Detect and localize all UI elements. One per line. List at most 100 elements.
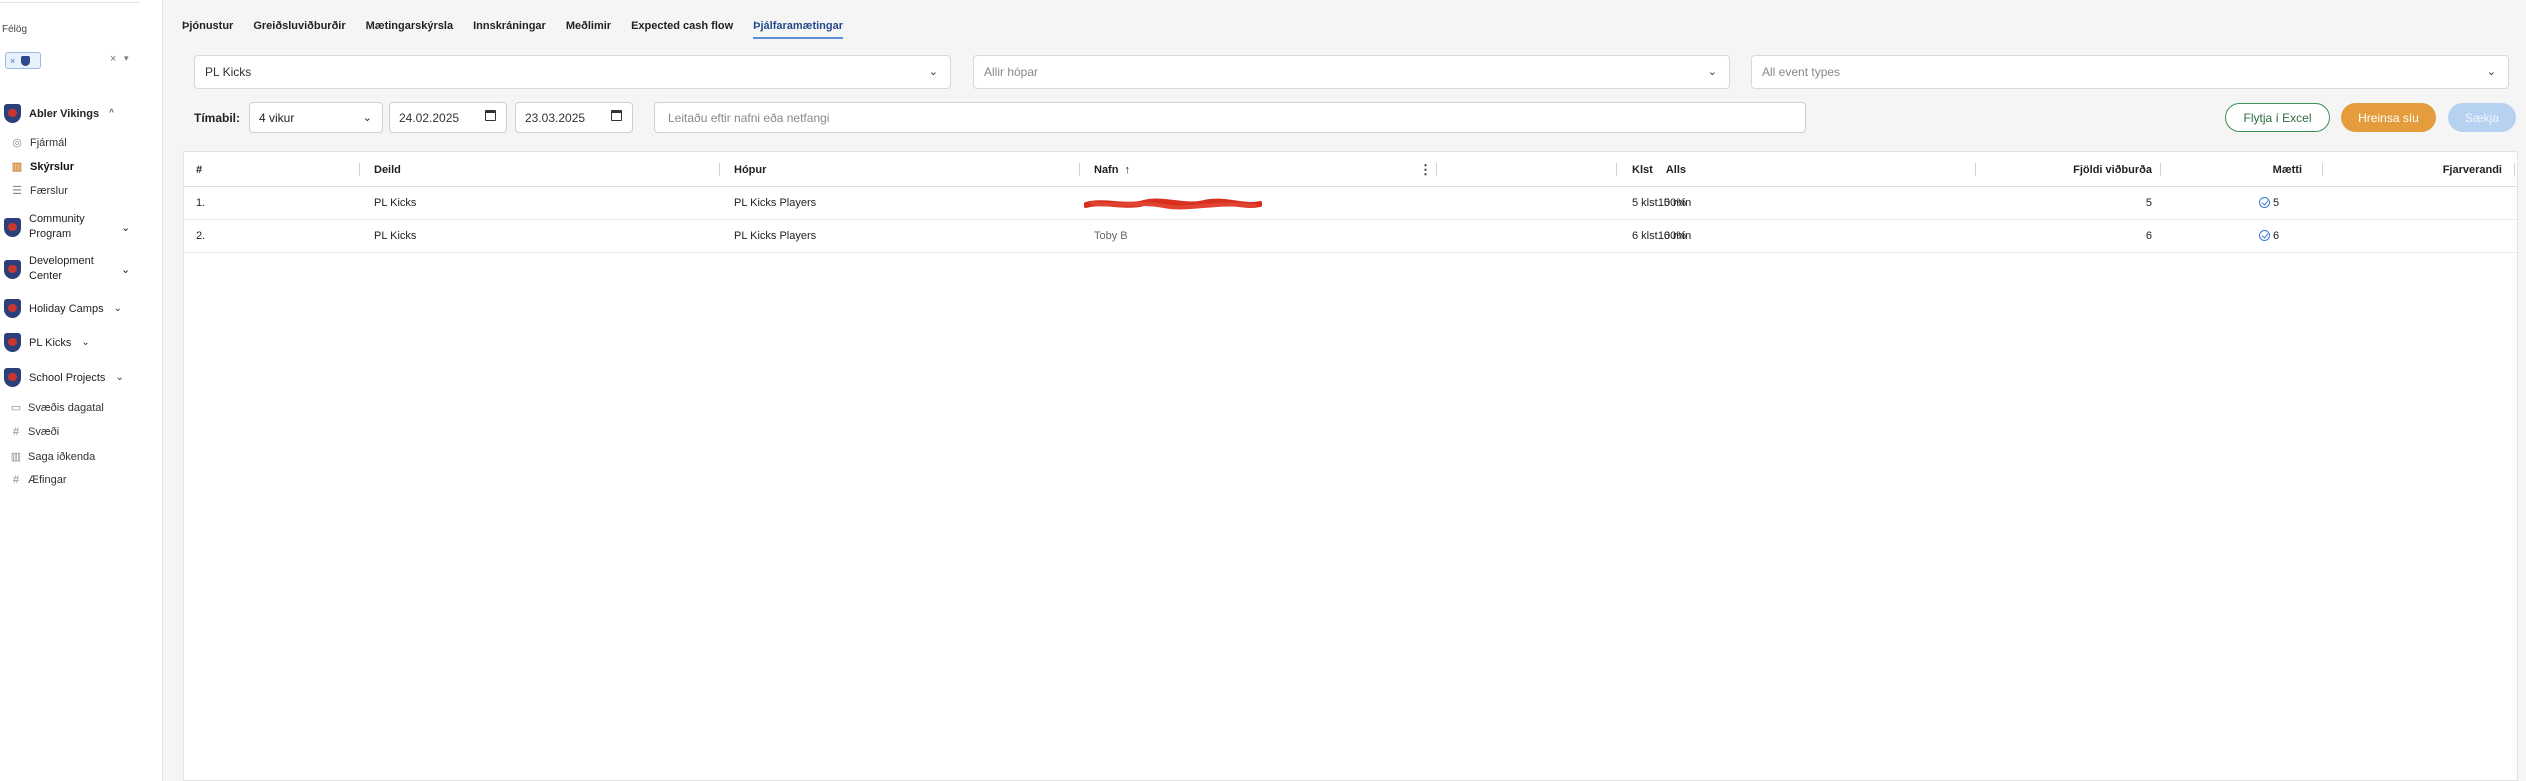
club-chip[interactable]: × xyxy=(5,52,41,69)
sidebar-item-svaedi[interactable]: # Svæði xyxy=(10,426,59,438)
sidebar-club-abler-vikings[interactable]: Abler Vikings ^ xyxy=(4,104,114,123)
chevron-down-icon: ⌄ xyxy=(115,372,124,383)
sidebar-group-label: Community Program xyxy=(29,213,85,240)
club-crest-icon xyxy=(4,368,21,387)
date-from-value: 24.02.2025 xyxy=(399,110,460,125)
chevron-down-icon: ⌄ xyxy=(121,221,131,234)
sidebar-item-skyrslur[interactable]: ▥ Skýrslur xyxy=(11,160,74,174)
club-crest-icon xyxy=(4,104,21,123)
column-header-total[interactable]: Alls xyxy=(1564,164,1686,176)
sidebar-group-pl-kicks[interactable]: PL Kicks ⌄ xyxy=(4,333,90,352)
sort-ascending-icon[interactable]: ↑ xyxy=(1124,164,1130,176)
sidebar-club-label: Abler Vikings xyxy=(29,107,100,120)
column-separator[interactable] xyxy=(1079,163,1080,176)
sidebar-item-saga-idkenda[interactable]: ▥ Saga iðkenda xyxy=(10,450,95,464)
cell-attended-value: 5 xyxy=(2273,197,2280,209)
department-select[interactable]: PL Kicks ⌄ xyxy=(194,55,951,89)
cell-group: PL Kicks Players xyxy=(734,197,817,209)
column-header-attended[interactable]: Mætti xyxy=(2174,164,2302,176)
table-row[interactable]: 1. PL Kicks PL Kicks Players 100% 5 klst… xyxy=(184,187,2517,220)
chevron-down-icon: ⌄ xyxy=(81,337,90,348)
calendar-icon[interactable] xyxy=(611,110,622,121)
sidebar-item-label: Æfingar xyxy=(28,474,67,486)
sidebar-group-holiday-camps[interactable]: Holiday Camps ⌄ xyxy=(4,299,122,318)
tab-thjonustur[interactable]: Þjónustur xyxy=(182,20,233,39)
column-header-name[interactable]: Nafn ↑ xyxy=(1094,164,1130,176)
chevron-down-icon: ⌄ xyxy=(2486,66,2496,78)
table-header: # Deild Hópur Nafn ↑ ⋮ Alls Klst Fjöldi v… xyxy=(184,152,2517,187)
calendar-icon[interactable] xyxy=(485,110,496,121)
column-separator[interactable] xyxy=(1975,163,1976,176)
groups-select[interactable]: Allir hópar ⌄ xyxy=(973,55,1730,89)
column-separator[interactable] xyxy=(1616,163,1617,176)
club-crest-icon xyxy=(4,259,21,279)
column-separator[interactable] xyxy=(2160,163,2161,176)
column-separator[interactable] xyxy=(2322,163,2323,176)
date-to-input[interactable]: 23.03.2025 xyxy=(515,102,633,133)
column-header-group[interactable]: Hópur xyxy=(734,164,766,176)
date-from-input[interactable]: 24.02.2025 xyxy=(389,102,507,133)
sidebar-group-label: School Projects xyxy=(29,371,106,384)
sidebar-group-community-program[interactable]: Community Program ⌄ xyxy=(4,212,130,242)
clear-selection-icon[interactable]: × xyxy=(110,53,116,65)
redaction-scribble xyxy=(1084,198,1262,210)
cell-number: 2. xyxy=(196,230,206,242)
event-types-select[interactable]: All event types ⌄ xyxy=(1751,55,2509,89)
event-types-select-placeholder: All event types xyxy=(1762,65,1841,79)
column-separator[interactable] xyxy=(359,163,360,176)
column-header-number: # xyxy=(196,164,203,176)
sidebar-group-development-center[interactable]: Development Center ⌄ xyxy=(4,254,130,284)
column-separator[interactable] xyxy=(2514,163,2515,176)
column-header-events[interactable]: Fjöldi viðburða xyxy=(1984,164,2152,176)
search-input[interactable]: Leitaðu eftir nafni eða netfangi xyxy=(654,102,1806,133)
cell-group: PL Kicks Players xyxy=(734,230,817,242)
groups-select-placeholder: Allir hópar xyxy=(984,65,1039,79)
sidebar-item-faerslur[interactable]: ☰ Færslur xyxy=(11,184,68,198)
period-range-value: 4 vikur xyxy=(259,110,295,125)
tab-greidsluvidburdir[interactable]: Greiðsluviðburðir xyxy=(253,20,345,39)
sidebar-group-label: PL Kicks xyxy=(29,336,72,349)
search-placeholder: Leitaðu eftir nafni eða netfangi xyxy=(668,110,830,125)
sidebar-item-label: Svæðis dagatal xyxy=(28,401,104,414)
club-filter-label: Félög xyxy=(2,24,28,35)
report-tabs: Þjónustur Greiðsluviðburðir Mætingarskýr… xyxy=(182,20,844,39)
club-crest-icon xyxy=(4,299,21,318)
sidebar-item-label: Færslur xyxy=(30,184,68,197)
sidebar-group-school-projects[interactable]: School Projects ⌄ xyxy=(4,368,124,387)
chevron-down-icon: ⌄ xyxy=(121,263,131,276)
period-range-select[interactable]: 4 vikur ⌄ xyxy=(249,102,383,133)
tab-medlimir[interactable]: Meðlimir xyxy=(566,20,611,39)
clear-filter-button[interactable]: Hreinsa síu xyxy=(2341,103,2436,132)
tab-innskraningar[interactable]: Innskráningar xyxy=(473,20,546,39)
tab-maetingarskyrsla[interactable]: Mætingarskýrsla xyxy=(366,20,453,39)
table-row[interactable]: 2. PL Kicks PL Kicks Players Toby B 100%… xyxy=(184,220,2517,253)
chevron-down-icon[interactable]: ▾ xyxy=(124,53,129,64)
column-separator[interactable] xyxy=(1436,163,1437,176)
cell-name: Toby B xyxy=(1094,230,1128,242)
fetch-button[interactable]: Sækja xyxy=(2448,103,2516,132)
check-circle-icon xyxy=(2259,197,2270,208)
tab-thjalfaramaetingar[interactable]: Þjálfaramætingar xyxy=(753,20,844,39)
sidebar-item-fjarmal[interactable]: ◎ Fjármál xyxy=(11,136,66,150)
column-header-absent[interactable]: Fjarverandi xyxy=(2334,164,2502,176)
export-excel-button[interactable]: Flytja í Excel xyxy=(2225,103,2330,132)
chip-remove-icon[interactable]: × xyxy=(10,56,15,66)
period-label: Tímabil: xyxy=(194,111,241,125)
coach-attendance-table: # Deild Hópur Nafn ↑ ⋮ Alls Klst Fjöldi v… xyxy=(183,151,2518,781)
sidebar-item-svaedis-dagatal[interactable]: ▭ Svæðis dagatal xyxy=(10,401,104,415)
sidebar-group-label: Holiday Camps xyxy=(29,302,104,315)
tab-expected-cash-flow[interactable]: Expected cash flow xyxy=(631,20,733,39)
list-icon: ☰ xyxy=(12,185,22,197)
club-select[interactable]: × × ▾ xyxy=(0,48,140,74)
money-icon: ◎ xyxy=(12,137,22,149)
cell-attended: 5 xyxy=(2259,197,2279,209)
sidebar-item-label: Svæði xyxy=(28,426,60,438)
sidebar-group-label: Development Center xyxy=(29,255,94,282)
column-menu-icon[interactable]: ⋮ xyxy=(1419,162,1432,178)
sidebar-item-aefingar[interactable]: # Æfingar xyxy=(10,474,67,486)
hash-icon: # xyxy=(12,474,20,486)
column-header-hours[interactable]: Klst xyxy=(1632,164,1653,176)
hash-icon: # xyxy=(12,426,20,438)
column-separator[interactable] xyxy=(719,163,720,176)
column-header-department[interactable]: Deild xyxy=(374,164,401,176)
